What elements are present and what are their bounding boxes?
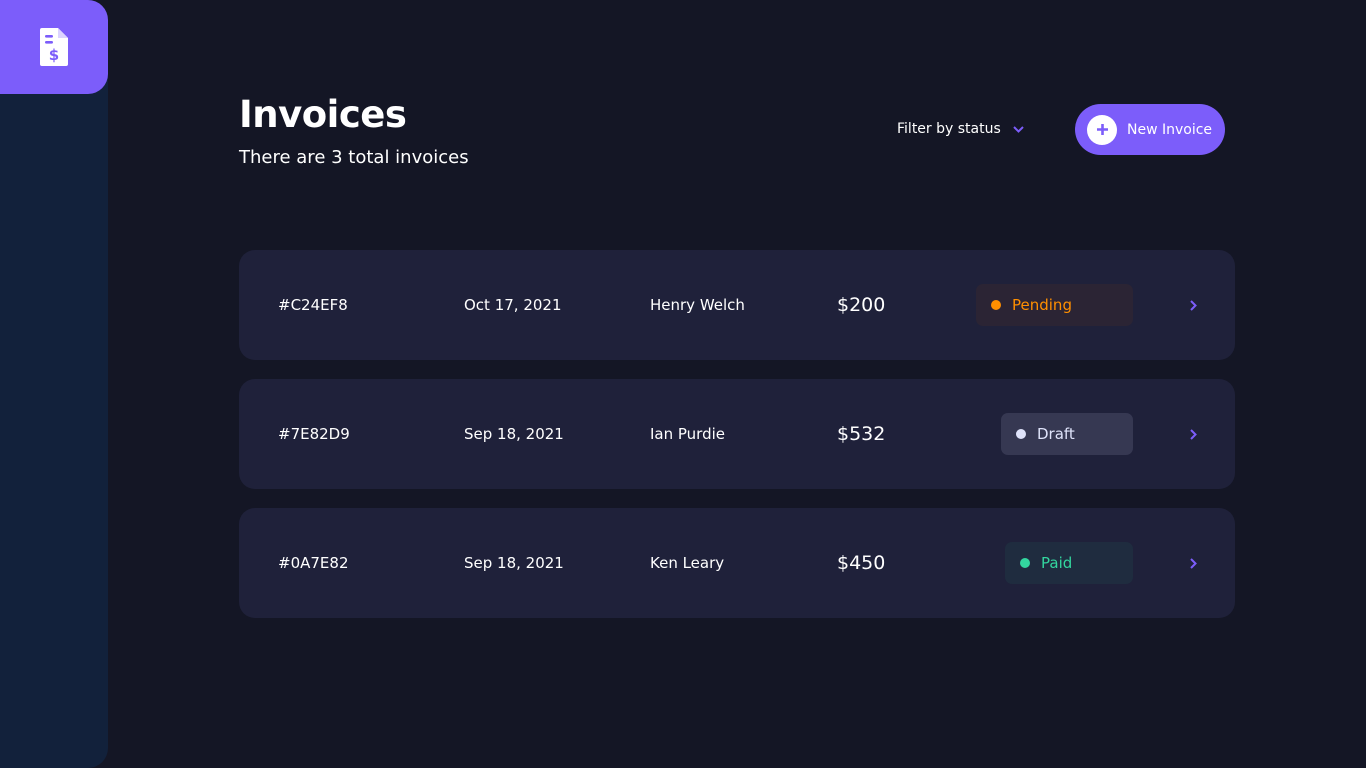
new-invoice-button[interactable]: New Invoice — [1075, 104, 1225, 155]
page-title: Invoices — [239, 93, 407, 136]
invoice-dollar-icon: $ — [40, 28, 68, 66]
status-label: Pending — [1012, 296, 1072, 314]
filter-label: Filter by status — [897, 121, 1001, 137]
chevron-down-icon — [1013, 125, 1024, 133]
status-badge: Pending — [976, 284, 1133, 326]
invoice-id: #C24EF8 — [278, 296, 348, 314]
page-header: Invoices There are 3 total invoices Filt… — [239, 92, 1225, 182]
invoice-amount: $450 — [837, 552, 886, 574]
svg-text:$: $ — [49, 46, 59, 64]
invoice-amount: $532 — [837, 423, 886, 445]
invoice-list: #C24EF8 Oct 17, 2021 Henry Welch $200 Pe… — [239, 250, 1235, 637]
chevron-right-icon[interactable] — [1187, 428, 1199, 440]
invoice-row[interactable]: #C24EF8 Oct 17, 2021 Henry Welch $200 Pe… — [239, 250, 1235, 360]
chevron-right-icon[interactable] — [1187, 557, 1199, 569]
status-dot — [991, 300, 1001, 310]
status-badge: Paid — [1005, 542, 1133, 584]
invoice-client-name: Henry Welch — [650, 296, 745, 314]
invoice-row[interactable]: #7E82D9 Sep 18, 2021 Ian Purdie $532 Dra… — [239, 379, 1235, 489]
invoice-id: #7E82D9 — [278, 425, 350, 443]
filter-by-status-dropdown[interactable]: Filter by status — [897, 118, 1024, 140]
invoice-due-date: Sep 18, 2021 — [464, 554, 564, 572]
status-label: Paid — [1041, 554, 1073, 572]
invoice-due-date: Oct 17, 2021 — [464, 296, 562, 314]
status-dot — [1016, 429, 1026, 439]
invoice-id: #0A7E82 — [278, 554, 349, 572]
invoice-count: There are 3 total invoices — [239, 147, 469, 168]
invoice-client-name: Ian Purdie — [650, 425, 725, 443]
app-logo[interactable]: $ — [0, 0, 108, 94]
invoice-row[interactable]: #0A7E82 Sep 18, 2021 Ken Leary $450 Paid — [239, 508, 1235, 618]
status-label: Draft — [1037, 425, 1075, 443]
invoice-due-date: Sep 18, 2021 — [464, 425, 564, 443]
chevron-right-icon[interactable] — [1187, 299, 1199, 311]
plus-icon — [1087, 114, 1117, 145]
new-invoice-label: New Invoice — [1127, 121, 1213, 138]
invoice-client-name: Ken Leary — [650, 554, 725, 572]
status-dot — [1020, 558, 1030, 568]
invoice-amount: $200 — [837, 294, 886, 316]
sidebar: $ — [0, 0, 108, 768]
status-badge: Draft — [1001, 413, 1133, 455]
